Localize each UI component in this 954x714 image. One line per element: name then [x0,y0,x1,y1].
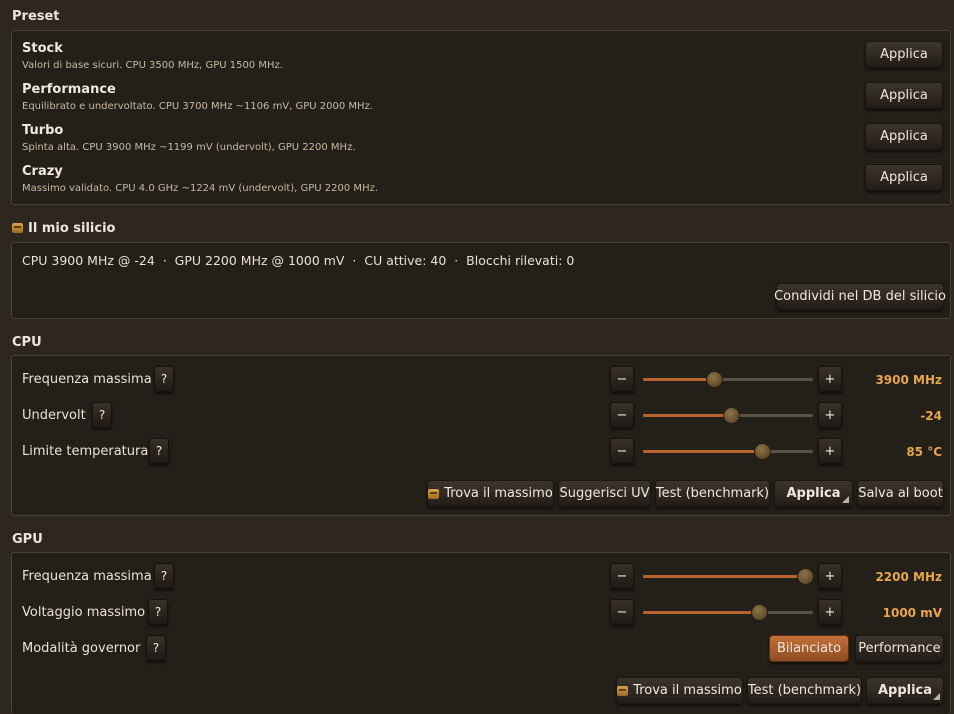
gpu-apply-button[interactable]: Applica [866,677,944,704]
gpu-voltage-minus-button[interactable]: − [610,599,634,625]
chip-emoji-icon [617,685,629,696]
gpu-freq-slider[interactable] [643,568,814,585]
gpu-voltage-plus-button[interactable]: + [818,599,842,625]
governor-option-balanced[interactable]: Bilanciato [769,635,849,662]
gpu-freq-help-button[interactable]: ? [154,563,174,589]
cpu-freq-plus-button[interactable]: + [818,366,842,392]
gpu-governor-label: Modalità governor [22,641,141,656]
preset-desc-turbo: Spinta alta. CPU 3900 MHz ~1199 mV (unde… [22,142,356,153]
apply-turbo-button[interactable]: Applica [865,123,943,150]
gpu-voltage-help-button[interactable]: ? [148,599,168,625]
gpu-freq-minus-button[interactable]: − [610,563,634,589]
cpu-undervolt-plus-button[interactable]: + [818,402,842,428]
gpu-find-max-button[interactable]: Trova il massimo [616,677,743,704]
gpu-apply-label: Applica [877,683,933,698]
preset-desc-crazy: Massimo validato. CPU 4.0 GHz ~1224 mV (… [22,183,379,194]
cpu-benchmark-button[interactable]: Test (benchmark) [655,480,770,507]
chip-emoji-icon [12,223,23,233]
gpu-voltage-slider[interactable] [643,604,813,621]
cpu-freq-slider[interactable] [643,371,813,388]
preset-name-turbo: Turbo [22,123,64,138]
cpu-find-max-label: Trova il massimo [444,486,553,501]
cpu-undervolt-minus-button[interactable]: − [610,402,634,428]
gpu-voltage-value: 1000 mV [882,606,942,620]
cpu-freq-help-button[interactable]: ? [154,366,174,392]
cpu-apply-label: Applica [786,486,841,501]
silicon-summary: CPU 3900 MHz @ -24 · GPU 2200 MHz @ 1000… [22,253,575,268]
gpu-freq-value: 2200 MHz [875,570,942,584]
cpu-section-title: CPU [12,335,42,350]
dropdown-corner-icon [933,693,940,700]
cpu-temp-label: Limite temperatura [22,444,149,459]
cpu-undervolt-slider-fill [643,414,732,417]
cpu-undervolt-help-button[interactable]: ? [92,402,112,428]
cpu-suggest-uv-button[interactable]: Suggerisci UV [558,480,651,507]
cpu-apply-button[interactable]: Applica [774,480,853,507]
preset-name-performance: Performance [22,82,116,97]
silicon-title-text: Il mio silicio [28,221,116,236]
cpu-undervolt-slider[interactable] [643,407,813,424]
preset-name-crazy: Crazy [22,164,63,179]
apply-stock-button[interactable]: Applica [865,41,943,68]
cpu-temp-slider-thumb[interactable] [754,443,771,460]
cpu-temp-help-button[interactable]: ? [149,438,169,464]
cpu-freq-value: 3900 MHz [875,373,942,387]
cpu-temp-slider-fill [643,450,762,453]
gpu-freq-slider-fill [643,575,805,578]
gpu-freq-slider-thumb[interactable] [796,568,814,585]
silicon-section-title: Il mio silicio [12,221,115,236]
governor-option-performance[interactable]: Performance [855,635,944,662]
apply-performance-button[interactable]: Applica [865,82,943,109]
preset-desc-performance: Equilibrato e undervoltato. CPU 3700 MHz… [22,101,373,112]
gpu-voltage-slider-fill [643,611,759,614]
gpu-governor-help-button[interactable]: ? [146,635,166,661]
preset-section-title: Preset [12,9,60,24]
gpu-voltage-slider-thumb[interactable] [750,604,768,621]
cpu-freq-slider-fill [643,378,715,381]
cpu-temp-slider[interactable] [643,443,813,460]
silicon-panel: CPU 3900 MHz @ -24 · GPU 2200 MHz @ 1000… [11,242,951,319]
cpu-temp-minus-button[interactable]: − [610,438,634,464]
dropdown-corner-icon [842,496,849,503]
cpu-freq-slider-thumb[interactable] [706,371,724,388]
cpu-freq-label: Frequenza massima [22,372,152,387]
cpu-temp-plus-button[interactable]: + [818,438,842,464]
cpu-undervolt-label: Undervolt [22,408,86,423]
cpu-undervolt-slider-thumb[interactable] [723,407,741,424]
gpu-voltage-label: Voltaggio massimo [22,605,146,620]
gpu-freq-plus-button[interactable]: + [818,563,842,589]
gpu-find-max-label: Trova il massimo [633,683,742,698]
cpu-freq-minus-button[interactable]: − [610,366,634,392]
gpu-panel: Frequenza massima ? − + 2200 MHz Voltagg… [11,552,951,714]
cpu-panel: Frequenza massima ? − + 3900 MHz Undervo… [11,355,951,516]
preset-desc-stock: Valori di base sicuri. CPU 3500 MHz, GPU… [22,60,283,71]
preset-panel: Stock Valori di base sicuri. CPU 3500 MH… [11,30,951,205]
share-silicon-db-button[interactable]: Condividi nel DB del silicio [774,283,946,310]
cpu-undervolt-value: -24 [920,409,942,423]
cpu-find-max-button[interactable]: Trova il massimo [427,480,554,507]
chip-emoji-icon [428,488,440,499]
preset-name-stock: Stock [22,41,63,56]
gpu-benchmark-button[interactable]: Test (benchmark) [747,677,862,704]
gpu-freq-label: Frequenza massima [22,569,152,584]
cpu-save-boot-button[interactable]: Salva al boot [857,480,944,507]
cpu-temp-value: 85 °C [906,445,942,459]
apply-crazy-button[interactable]: Applica [865,164,943,191]
gpu-section-title: GPU [12,532,43,547]
